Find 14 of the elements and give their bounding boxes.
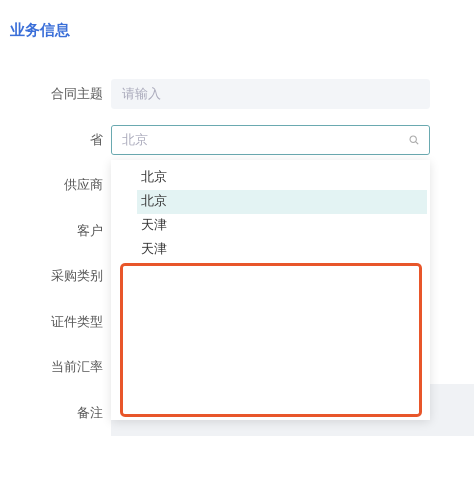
dropdown-option[interactable]: 天津 <box>137 238 427 262</box>
field-label: 采购类别 <box>51 268 103 285</box>
field-label: 供应商 <box>64 177 103 194</box>
search-icon <box>409 134 419 144</box>
field-label: 客户 <box>77 222 103 240</box>
field-label: 省 <box>90 132 103 148</box>
dropdown-option[interactable]: 北京 <box>137 190 427 214</box>
field-label: 当前汇率 <box>51 359 103 376</box>
field-label: 合同主题 <box>51 86 103 103</box>
section-title: 业务信息 <box>10 20 70 40</box>
field-label: 证件类型 <box>51 314 103 330</box>
dropdown-option[interactable]: 北京 <box>137 166 427 190</box>
dropdown-option[interactable]: 天津 <box>137 214 427 238</box>
field-label: 备注 <box>77 404 103 422</box>
